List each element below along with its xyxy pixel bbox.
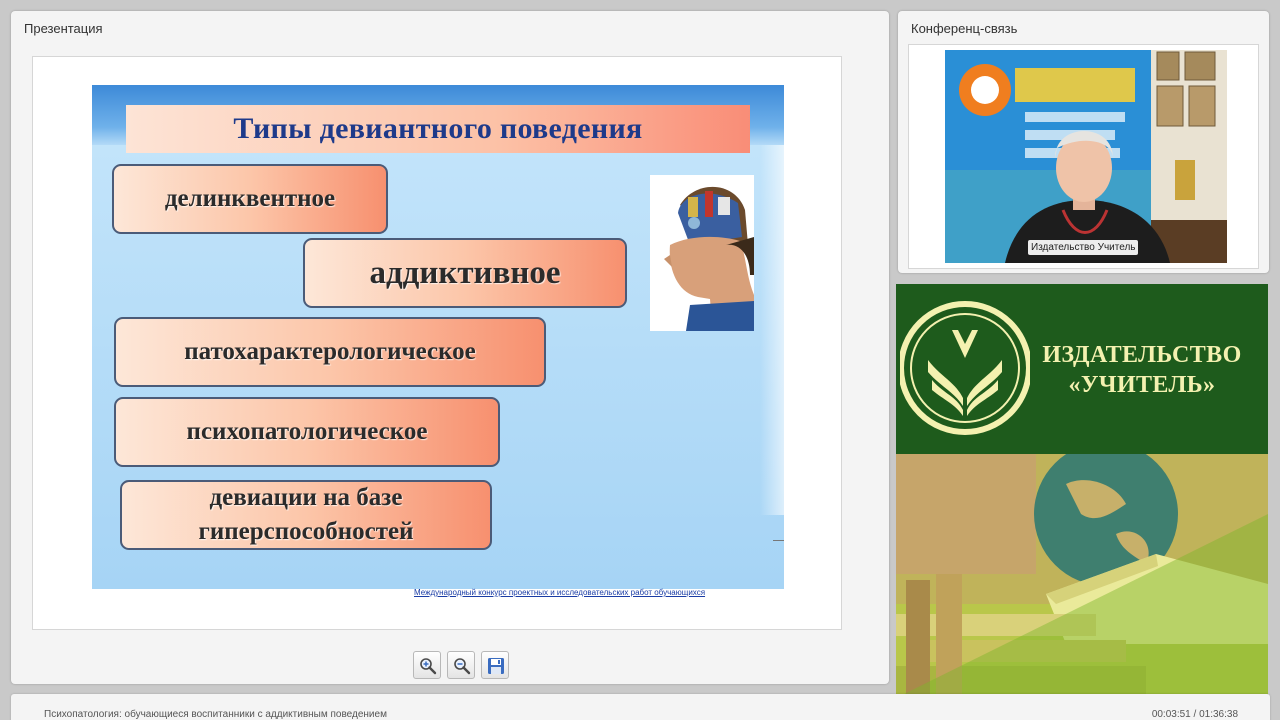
playback-time: 00:03:51 / 01:36:38 xyxy=(1151,709,1238,720)
banner-books-image xyxy=(896,442,1268,698)
speaker-video-image xyxy=(945,50,1227,263)
presentation-panel: Презентация Типы девиантного поведения д… xyxy=(11,11,889,684)
speaker-name-label: Издательство Учитель xyxy=(1028,240,1139,255)
publisher-name-line1: ИЗДАТЕЛЬСТВО xyxy=(1042,342,1242,368)
slide-divider-line xyxy=(773,540,784,541)
conference-panel: Конференц-связь Издательство Учитель xyxy=(898,11,1269,273)
deviance-type-pathocharacterological: патохарактерологическое xyxy=(114,317,546,387)
publisher-name-line2: «УЧИТЕЛЬ» xyxy=(1068,372,1216,398)
publisher-logo-icon xyxy=(900,301,1030,435)
slide-right-shade xyxy=(760,145,784,515)
deviance-type-psychopathological: психопатологическое xyxy=(114,397,500,467)
zoom-in-button[interactable] xyxy=(413,651,441,679)
slide-illustration-image xyxy=(650,175,754,331)
zoom-in-icon xyxy=(420,658,437,675)
books-and-globe-image xyxy=(896,442,1268,698)
presentation-panel-title: Презентация xyxy=(24,21,103,36)
zoom-out-icon xyxy=(454,658,471,675)
publisher-name: ИЗДАТЕЛЬСТВО «УЧИТЕЛЬ» xyxy=(1026,340,1258,400)
slide: Типы девиантного поведения делинквентное… xyxy=(92,85,784,589)
zoom-out-button[interactable] xyxy=(447,651,475,679)
deviance-type-hyperabilities: девиации на базе гиперспособностей xyxy=(120,480,492,550)
publisher-banner: ИЗДАТЕЛЬСТВО «УЧИТЕЛЬ» xyxy=(896,284,1268,698)
head-with-objects-illustration xyxy=(650,175,754,331)
save-button[interactable] xyxy=(481,651,509,679)
conference-panel-title: Конференц-связь xyxy=(911,21,1018,36)
floppy-disk-icon xyxy=(488,658,504,674)
status-bar: Психопатология: обучающиеся воспитанники… xyxy=(11,694,1270,720)
deviance-type-addictive: аддиктивное xyxy=(303,238,627,308)
slide-title: Типы девиантного поведения xyxy=(126,105,750,153)
slide-footer-link[interactable]: Международный конкурс проектных и исслед… xyxy=(414,588,705,597)
deviance-type-delinquent: делинквентное xyxy=(112,164,388,234)
webinar-title: Психопатология: обучающиеся воспитанники… xyxy=(44,709,387,720)
slide-viewport: Типы девиантного поведения делинквентное… xyxy=(32,56,842,630)
banner-header: ИЗДАТЕЛЬСТВО «УЧИТЕЛЬ» xyxy=(896,284,1268,454)
speaker-video[interactable]: Издательство Учитель xyxy=(945,50,1227,263)
video-frame: Издательство Учитель xyxy=(908,44,1259,269)
